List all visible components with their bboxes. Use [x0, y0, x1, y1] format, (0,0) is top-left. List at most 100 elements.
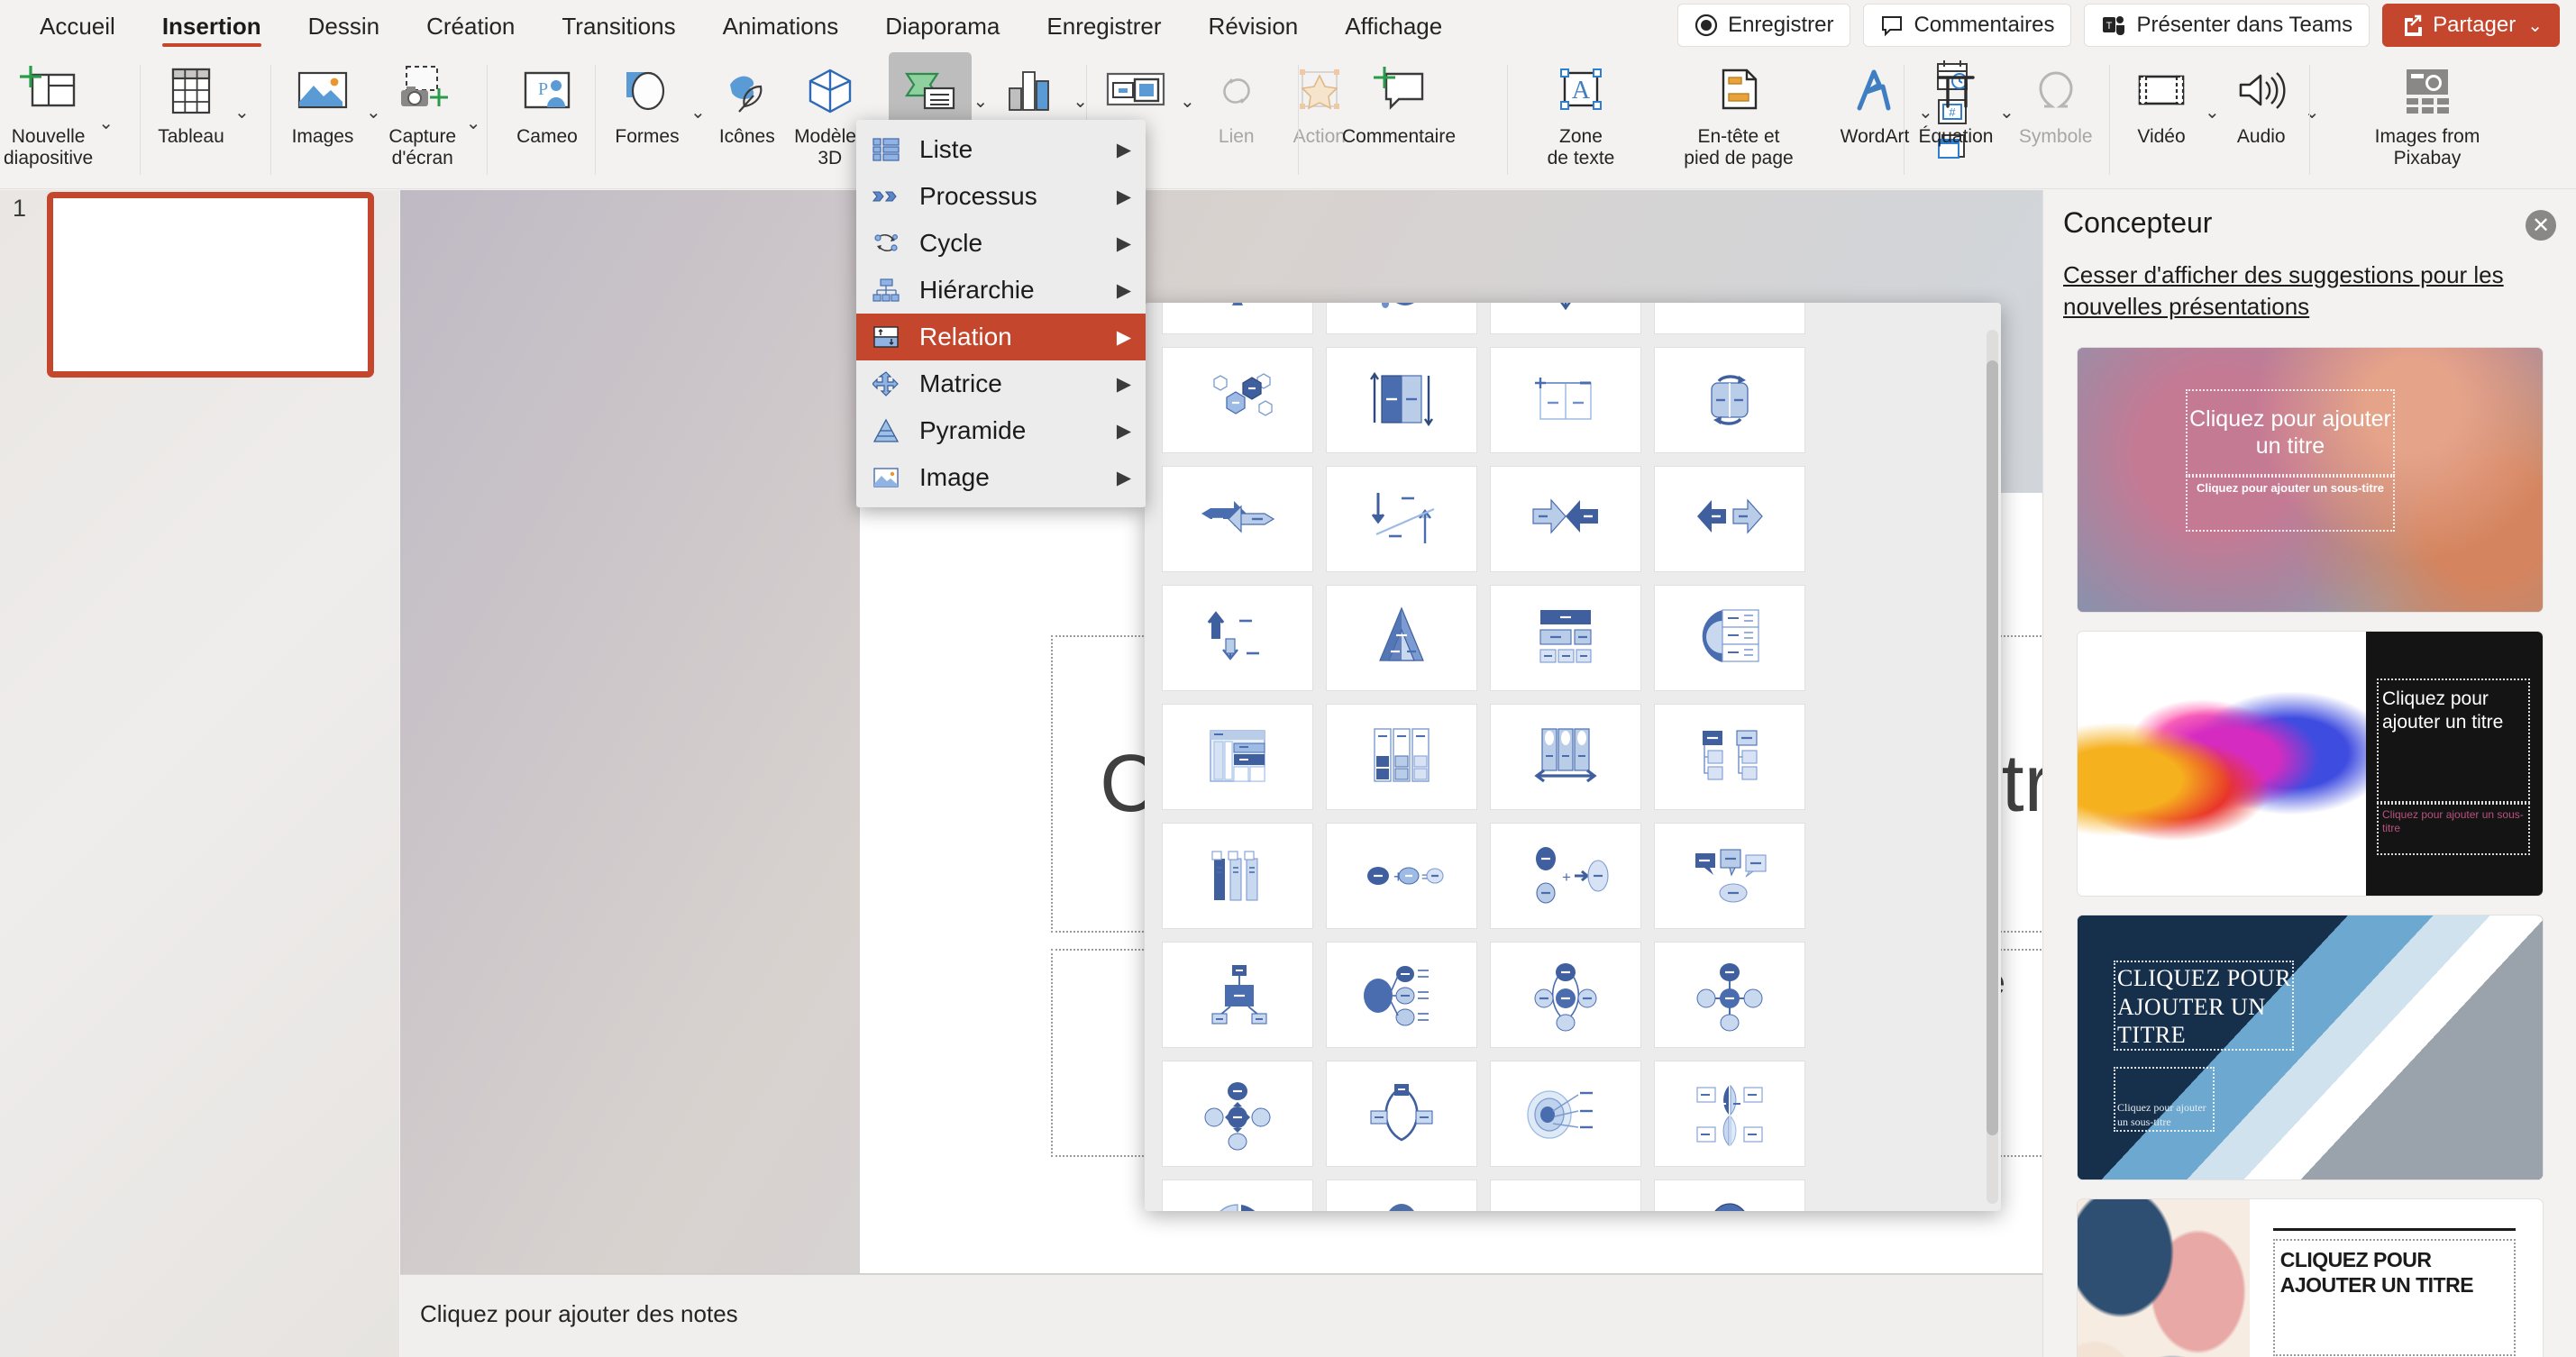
- chevron-down-icon[interactable]: ⌄: [1999, 101, 2014, 123]
- gallery-item[interactable]: [1484, 1173, 1648, 1211]
- gallery-item[interactable]: [1484, 303, 1648, 341]
- gallery-item[interactable]: [1484, 1054, 1648, 1173]
- designer-suggestion-2[interactable]: Cliquez pour ajouter un titre Cliquez po…: [2078, 632, 2543, 896]
- chevron-down-icon[interactable]: ⌄: [973, 90, 989, 113]
- ribbon-equation[interactable]: Équation: [1914, 52, 1997, 148]
- ribbon-table[interactable]: Tableau: [150, 52, 233, 148]
- ribbon-video[interactable]: Vidéo: [2120, 52, 2203, 148]
- gallery-item[interactable]: +: [1484, 816, 1648, 935]
- tab-transitions[interactable]: Transitions: [538, 0, 699, 52]
- tab-creation[interactable]: Création: [403, 0, 538, 52]
- gallery-item[interactable]: [1320, 697, 1484, 816]
- menu-item-cycle[interactable]: Cycle ▶: [856, 220, 1146, 267]
- chevron-down-icon[interactable]: ⌄: [2205, 101, 2220, 123]
- ribbon-pixabay[interactable]: Images from Pixabay: [2324, 52, 2531, 168]
- tab-dessin[interactable]: Dessin: [285, 0, 403, 52]
- share-button[interactable]: Partager ⌄: [2382, 4, 2560, 47]
- tab-insertion[interactable]: Insertion: [139, 0, 285, 52]
- designer-suggestion-4[interactable]: CLIQUEZ POUR AJOUTER UN TITRE: [2078, 1199, 2543, 1357]
- gallery-item[interactable]: [1320, 935, 1484, 1054]
- ribbon-new-slide[interactable]: Nouvelle diapositive: [0, 52, 96, 168]
- gallery-item[interactable]: + =: [1320, 816, 1484, 935]
- notes-pane[interactable]: Cliquez pour ajouter des notes: [400, 1274, 2042, 1357]
- gallery-item[interactable]: [1156, 460, 1320, 578]
- tab-affichage[interactable]: Affichage: [1321, 0, 1466, 52]
- tab-revision[interactable]: Révision: [1185, 0, 1322, 52]
- gallery-item[interactable]: [1648, 697, 1812, 816]
- chevron-down-icon[interactable]: ⌄: [2305, 101, 2320, 123]
- gallery-item[interactable]: [1648, 303, 1812, 341]
- record-button[interactable]: Enregistrer: [1677, 4, 1851, 47]
- ribbon-textbox[interactable]: A Zone de texte: [1518, 52, 1644, 168]
- gallery-item[interactable]: [1320, 1054, 1484, 1173]
- gallery-item[interactable]: [1648, 460, 1812, 578]
- smartart-opposing-bars-vertical: [1326, 347, 1477, 453]
- gallery-item[interactable]: [1484, 341, 1648, 460]
- menu-item-pyramide[interactable]: Pyramide ▶: [856, 407, 1146, 454]
- gallery-item[interactable]: [1320, 1173, 1484, 1211]
- ribbon-smartart[interactable]: [888, 52, 972, 124]
- gallery-item[interactable]: [1484, 578, 1648, 697]
- menu-item-hierarchie[interactable]: Hiérarchie ▶: [856, 267, 1146, 314]
- gallery-item[interactable]: [1648, 1173, 1812, 1211]
- gallery-item[interactable]: [1156, 1173, 1320, 1211]
- designer-suggestion-1[interactable]: Cliquez pour ajouter un titre Cliquez po…: [2078, 348, 2543, 612]
- matrix-icon: [871, 369, 901, 398]
- present-in-teams-button[interactable]: T Présenter dans Teams: [2084, 4, 2370, 47]
- tab-accueil[interactable]: Accueil: [16, 0, 139, 52]
- tab-diaporama[interactable]: Diaporama: [862, 0, 1023, 52]
- chevron-down-icon[interactable]: ⌄: [2527, 14, 2543, 37]
- gallery-item[interactable]: [1156, 816, 1320, 935]
- gallery-item[interactable]: [1484, 697, 1648, 816]
- comments-button[interactable]: Commentaires: [1863, 4, 2072, 47]
- gallery-item[interactable]: [1648, 341, 1812, 460]
- ribbon-addin[interactable]: [1095, 52, 1178, 124]
- chevron-down-icon[interactable]: ⌄: [234, 101, 250, 123]
- chevron-down-icon[interactable]: ⌄: [466, 112, 481, 134]
- gallery-item[interactable]: [1320, 303, 1484, 341]
- gallery-item[interactable]: [1156, 578, 1320, 697]
- ribbon-icons[interactable]: Icônes: [706, 52, 789, 148]
- gallery-item[interactable]: [1156, 935, 1320, 1054]
- gallery-item[interactable]: [1648, 578, 1812, 697]
- ribbon-shapes[interactable]: Formes: [606, 52, 689, 148]
- slide-thumbnail-1[interactable]: [47, 192, 374, 378]
- gallery-item[interactable]: [1648, 935, 1812, 1054]
- menu-item-relation[interactable]: Relation ▶: [856, 314, 1146, 360]
- smartart-gallery-flyout[interactable]: + = +: [1145, 303, 2001, 1211]
- gallery-item[interactable]: [1156, 341, 1320, 460]
- ribbon-pictures[interactable]: Images: [281, 52, 364, 148]
- header-footer-icon: [1713, 58, 1765, 124]
- menu-item-liste[interactable]: Liste ▶: [856, 126, 1146, 173]
- close-icon[interactable]: ✕: [2526, 210, 2556, 241]
- ribbon-cameo[interactable]: P Cameo: [498, 52, 597, 148]
- chevron-down-icon[interactable]: ⌄: [366, 101, 381, 123]
- gallery-item[interactable]: [1320, 578, 1484, 697]
- stop-suggestions-link[interactable]: Cesser d'afficher des suggestions pour l…: [2043, 240, 2576, 323]
- chevron-down-icon[interactable]: ⌄: [98, 112, 114, 134]
- gallery-item[interactable]: [1320, 460, 1484, 578]
- ribbon-chart[interactable]: [988, 52, 1071, 124]
- menu-item-matrice[interactable]: Matrice ▶: [856, 360, 1146, 407]
- chevron-down-icon[interactable]: ⌄: [1180, 90, 1195, 113]
- chevron-down-icon[interactable]: ⌄: [690, 101, 706, 123]
- menu-item-processus[interactable]: Processus ▶: [856, 173, 1146, 220]
- menu-item-image[interactable]: Image ▶: [856, 454, 1146, 501]
- gallery-item[interactable]: [1648, 1054, 1812, 1173]
- gallery-item[interactable]: [1156, 1054, 1320, 1173]
- ribbon-audio[interactable]: Audio: [2220, 52, 2303, 148]
- gallery-item[interactable]: [1484, 935, 1648, 1054]
- gallery-item[interactable]: [1320, 341, 1484, 460]
- tab-enregistrer[interactable]: Enregistrer: [1023, 0, 1184, 52]
- gallery-item[interactable]: [1484, 460, 1648, 578]
- gallery-scrollbar-thumb[interactable]: [1987, 360, 1998, 1135]
- addin-icon: [1102, 58, 1171, 124]
- ribbon-new-comment[interactable]: Commentaire: [1309, 52, 1489, 148]
- gallery-item[interactable]: [1156, 697, 1320, 816]
- ribbon-screenshot[interactable]: Capture d'écran: [381, 52, 464, 168]
- gallery-item[interactable]: [1156, 303, 1320, 341]
- ribbon-header-footer[interactable]: En-tête et pied de page: [1644, 52, 1833, 168]
- designer-suggestion-3[interactable]: CLIQUEZ POUR AJOUTER UN TITRE Cliquez po…: [2078, 915, 2543, 1179]
- gallery-item[interactable]: [1648, 816, 1812, 935]
- tab-animations[interactable]: Animations: [699, 0, 863, 52]
